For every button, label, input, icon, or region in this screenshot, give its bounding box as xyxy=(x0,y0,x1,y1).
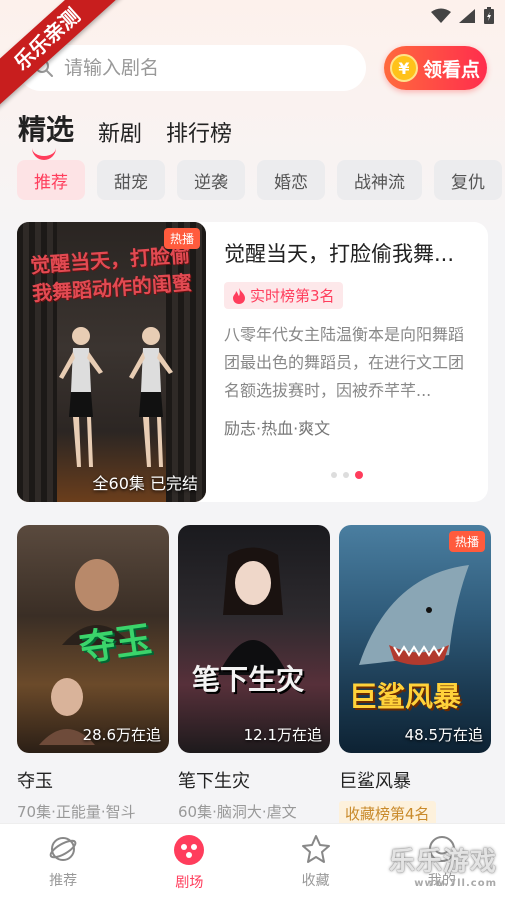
poster-art-text: 巨鲨风暴 xyxy=(349,680,462,713)
drama-title[interactable]: 夺玉 xyxy=(17,767,169,793)
watermark: 乐乐游戏 www.7ll.com xyxy=(389,841,497,889)
hot-badge: 热播 xyxy=(448,531,485,552)
dancer-figure-right xyxy=(129,327,173,467)
tab-ranking[interactable]: 排行榜 xyxy=(166,116,232,148)
chip-revenge[interactable]: 复仇 xyxy=(434,160,502,200)
tab-featured[interactable]: 精选 xyxy=(18,108,74,160)
shark-illustration xyxy=(359,565,469,665)
carousel-dot[interactable] xyxy=(343,472,349,478)
tab-new[interactable]: 新剧 xyxy=(98,116,142,148)
episode-status: 全60集 已完结 xyxy=(92,474,198,493)
featured-card[interactable]: 觉醒当天，打脸偷我舞蹈动作的闺蜜 热播 全60集 已完结 觉醒当天，打脸偷我舞.… xyxy=(17,222,488,502)
nav-theater[interactable]: 剧场 xyxy=(126,824,252,899)
wifi-icon xyxy=(431,8,451,23)
nav-recommend[interactable]: 推荐 xyxy=(0,824,126,899)
drama-poster[interactable]: 巨鲨风暴 热播 48.5万在追 xyxy=(339,525,491,753)
chip-war-god[interactable]: 战神流 xyxy=(337,160,422,200)
watermark-url: www.7ll.com xyxy=(414,878,497,889)
search-bar[interactable] xyxy=(18,45,366,91)
carousel-indicator xyxy=(331,471,363,479)
follower-count: 28.6万在追 xyxy=(82,726,161,744)
drama-grid: 夺玉 28.6万在追 夺玉 70集·正能量·智斗 笔下生灾 12.1万在追 笔下… xyxy=(17,525,491,826)
battery-icon xyxy=(484,7,494,24)
drama-meta: 70集·正能量·智斗 xyxy=(17,803,136,821)
search-input[interactable] xyxy=(64,57,324,79)
chip-recommend[interactable]: 推荐 xyxy=(17,160,85,200)
theater-icon xyxy=(174,835,205,865)
drama-poster[interactable]: 夺玉 28.6万在追 xyxy=(17,525,169,753)
drama-card[interactable]: 巨鲨风暴 热播 48.5万在追 巨鲨风暴 收藏榜第4名 xyxy=(339,525,491,826)
poster-art-text: 夺玉 xyxy=(76,619,155,670)
reward-button-label: 领看点 xyxy=(423,58,481,81)
carousel-dot-active[interactable] xyxy=(355,471,363,479)
drama-card[interactable]: 笔下生灾 12.1万在追 笔下生灾 60集·脑洞大·虐文 xyxy=(178,525,330,826)
featured-info: 觉醒当天，打脸偷我舞... 实时榜第3名 八零年代女主陆温衡本是向阳舞蹈团最出色… xyxy=(224,238,474,439)
poster-art-text: 笔下生灾 xyxy=(192,663,305,696)
drama-poster[interactable]: 笔下生灾 12.1万在追 xyxy=(178,525,330,753)
nav-label: 剧场 xyxy=(175,875,204,891)
featured-description: 八零年代女主陆温衡本是向阳舞蹈团最出色的舞蹈员，在进行文工团名额选拔赛时，因被乔… xyxy=(224,325,465,400)
nav-label: 推荐 xyxy=(49,873,78,889)
status-bar xyxy=(431,7,495,25)
featured-tags: 励志·热血·爽文 xyxy=(224,419,331,438)
drama-meta: 60集·脑洞大·虐文 xyxy=(178,803,297,821)
watermark-text: 乐乐游戏 xyxy=(388,847,497,877)
rank-label: 实时榜第3名 xyxy=(250,287,335,305)
featured-poster[interactable]: 觉醒当天，打脸偷我舞蹈动作的闺蜜 热播 全60集 已完结 xyxy=(17,222,206,502)
star-icon xyxy=(301,835,330,863)
drama-title[interactable]: 笔下生灾 xyxy=(178,767,330,793)
nav-label: 收藏 xyxy=(301,873,330,889)
chip-sweet[interactable]: 甜宠 xyxy=(97,160,165,200)
reward-button[interactable]: ¥ 领看点 xyxy=(384,46,487,90)
chip-romance[interactable]: 婚恋 xyxy=(257,160,325,200)
signal-icon xyxy=(459,9,475,23)
category-chips: 推荐 甜宠 逆袭 婚恋 战神流 复仇 xyxy=(17,160,502,200)
nav-favorites[interactable]: 收藏 xyxy=(253,824,379,899)
rank-badge: 实时榜第3名 xyxy=(224,282,343,309)
follower-count: 12.1万在追 xyxy=(243,726,322,744)
drama-title[interactable]: 巨鲨风暴 xyxy=(339,767,491,793)
coin-icon: ¥ xyxy=(390,54,418,82)
flame-icon xyxy=(233,287,245,304)
featured-title[interactable]: 觉醒当天，打脸偷我舞... xyxy=(224,238,474,268)
carousel-dot[interactable] xyxy=(331,472,337,478)
hot-badge: 热播 xyxy=(163,228,200,249)
chip-comeback[interactable]: 逆袭 xyxy=(177,160,245,200)
follower-count: 48.5万在追 xyxy=(404,726,483,744)
poster-title-art: 觉醒当天，打脸偷我舞蹈动作的闺蜜 xyxy=(29,242,193,306)
poster-figure xyxy=(218,547,288,675)
drama-card[interactable]: 夺玉 28.6万在追 夺玉 70集·正能量·智斗 xyxy=(17,525,169,826)
dancer-figure-left xyxy=(59,327,103,467)
planet-icon xyxy=(49,837,77,861)
top-tabs: 精选 新剧 排行榜 xyxy=(18,108,232,160)
